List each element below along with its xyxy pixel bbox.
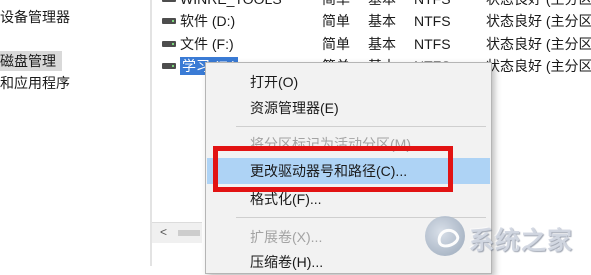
volume-status: 状态良好 (主分区: [486, 58, 591, 74]
volume-status: 状态良好 (主分区: [486, 36, 591, 52]
volume-name: 文件 (F:): [180, 36, 234, 52]
volume-layout: 简单: [322, 13, 350, 29]
volume-type: 基本: [368, 0, 396, 8]
volume-status: 状态良好 (主分区: [486, 13, 591, 29]
volume-fs: NTFS: [414, 13, 451, 29]
drive-icon: [162, 0, 176, 2]
menu-item-label: 扩展卷(X)...: [250, 229, 323, 245]
menu-item-label: 打开(O): [250, 74, 299, 90]
watermark-text: 系统之家: [469, 227, 574, 255]
volume-fs: NTFS: [414, 36, 451, 52]
volume-status: 状态良好 (主分区: [486, 0, 591, 8]
volume-row[interactable]: 软件 (D:) 简单 基本 NTFS 状态良好 (主分区: [152, 10, 591, 32]
drive-icon: [162, 41, 176, 47]
tree-item-device-manager[interactable]: 设备管理器: [0, 7, 76, 27]
scroll-thumb[interactable]: [178, 230, 200, 236]
drive-icon: [162, 18, 176, 24]
volume-layout: 简单: [322, 0, 350, 8]
volume-type: 基本: [368, 36, 396, 52]
watermark: 系统之家: [425, 216, 587, 256]
volume-name: WINRE_TOOLS: [180, 0, 282, 8]
menu-item-label: 压缩卷(H)...: [250, 254, 324, 270]
watermark-logo-icon: [425, 216, 465, 256]
volume-name: 软件 (D:): [180, 13, 236, 29]
menu-item-label: 资源管理器(E): [250, 100, 339, 116]
volume-row[interactable]: WINRE_TOOLS 简单 基本 NTFS 状态良好 (主分区: [152, 0, 591, 10]
menu-item-open[interactable]: 打开(O): [207, 69, 490, 95]
scroll-left-icon[interactable]: <: [160, 225, 167, 239]
navigation-tree: 设备管理器 磁盘管理 和应用程序: [0, 0, 148, 266]
tree-item-disk-management[interactable]: 磁盘管理: [0, 51, 62, 71]
menu-item-explorer[interactable]: 资源管理器(E): [207, 95, 490, 121]
horizontal-scrollbar[interactable]: <: [152, 222, 202, 243]
volume-row[interactable]: 文件 (F:) 简单 基本 NTFS 状态良好 (主分区: [152, 33, 591, 55]
volume-layout: 简单: [322, 36, 350, 52]
drive-icon: [162, 63, 176, 69]
highlight-box: [213, 146, 453, 192]
menu-separator: [236, 126, 486, 127]
tree-item-apps[interactable]: 和应用程序: [0, 73, 76, 93]
menu-item-label: 格式化(F)...: [250, 191, 322, 207]
volume-type: 基本: [368, 13, 396, 29]
volume-fs: NTFS: [414, 0, 451, 8]
